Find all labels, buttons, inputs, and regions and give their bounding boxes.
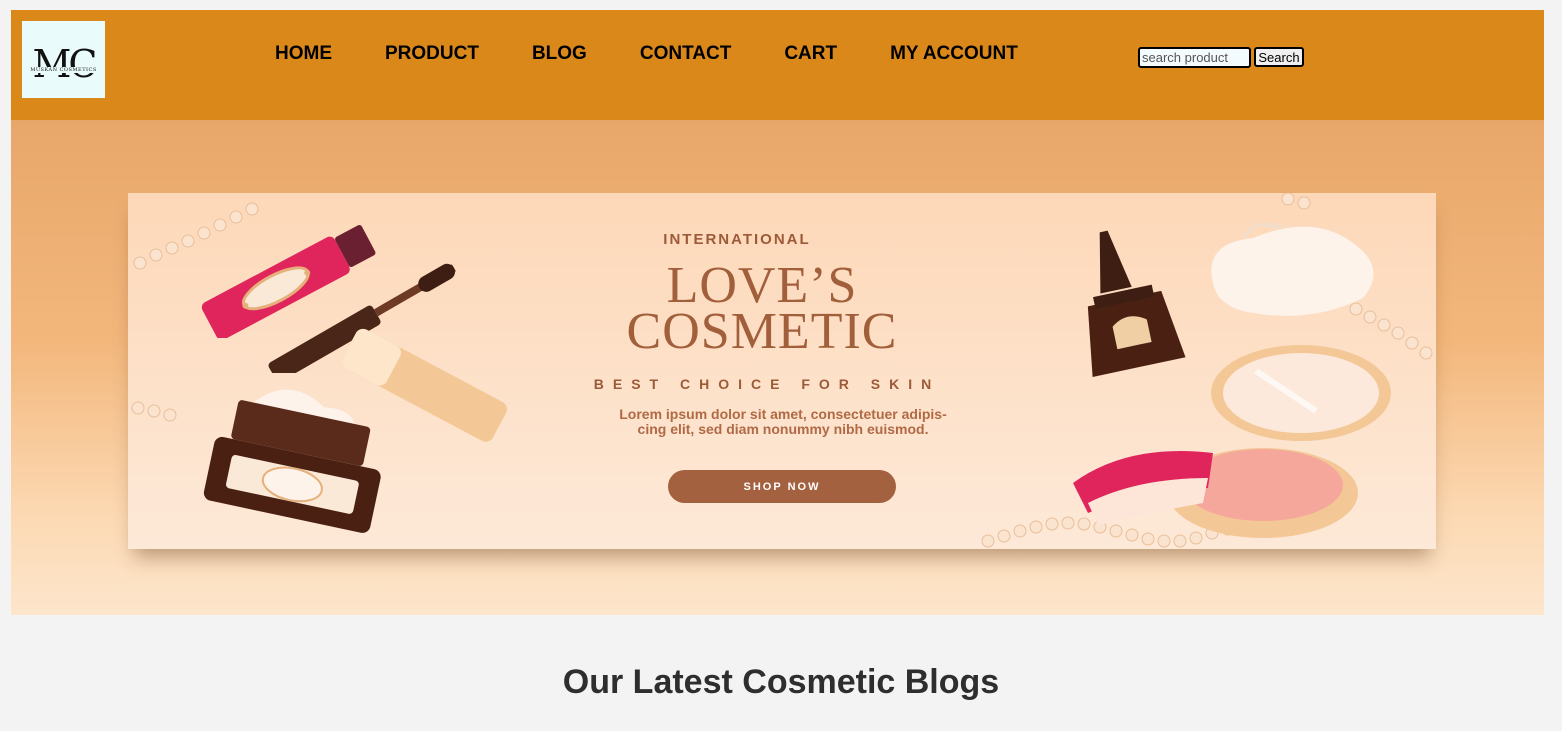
banner-title: LOVE’S COSMETIC xyxy=(128,260,1436,360)
search-button[interactable]: Search xyxy=(1254,47,1304,67)
banner-body-line2: cing elit, sed diam nonummy nibh euismod… xyxy=(637,421,929,437)
shop-now-button[interactable]: SHOP NOW xyxy=(668,470,896,503)
nav-home[interactable]: HOME xyxy=(275,43,332,65)
nav-product[interactable]: PRODUCT xyxy=(385,43,479,65)
logo-subtext: MUSKAN COSMETICS xyxy=(28,66,99,73)
banner-body-line1: Lorem ipsum dolor sit amet, consectetuer… xyxy=(619,406,947,422)
main-nav: HOME PRODUCT BLOG CONTACT CART MY ACCOUN… xyxy=(275,43,1071,65)
search-input[interactable] xyxy=(1138,47,1251,68)
banner-body: Lorem ipsum dolor sit amet, consectetuer… xyxy=(528,407,1038,437)
logo-mark: MC xyxy=(32,41,98,86)
cream-jar-icon xyxy=(203,389,381,533)
nav-my-account[interactable]: MY ACCOUNT xyxy=(890,43,1018,65)
blush-compact-icon xyxy=(1073,448,1358,538)
nav-cart[interactable]: CART xyxy=(784,43,837,65)
banner-tagline: BEST CHOICE FOR SKIN xyxy=(593,376,941,392)
blogs-heading: Our Latest Cosmetic Blogs xyxy=(562,663,1000,701)
nav-contact[interactable]: CONTACT xyxy=(640,43,731,65)
hero-section: INTERNATIONAL LOVE’S COSMETIC BEST CHOIC… xyxy=(11,120,1544,615)
site-logo[interactable]: MC MUSKAN COSMETICS xyxy=(22,21,105,98)
promo-banner[interactable]: INTERNATIONAL LOVE’S COSMETIC BEST CHOIC… xyxy=(128,193,1436,549)
banner-title-line2: COSMETIC xyxy=(626,303,898,360)
site-header: MC MUSKAN COSMETICS HOME PRODUCT BLOG CO… xyxy=(11,10,1544,120)
compact-mirror-icon xyxy=(1211,345,1391,441)
banner-kicker: INTERNATIONAL xyxy=(663,231,811,248)
nav-blog[interactable]: BLOG xyxy=(532,43,587,65)
